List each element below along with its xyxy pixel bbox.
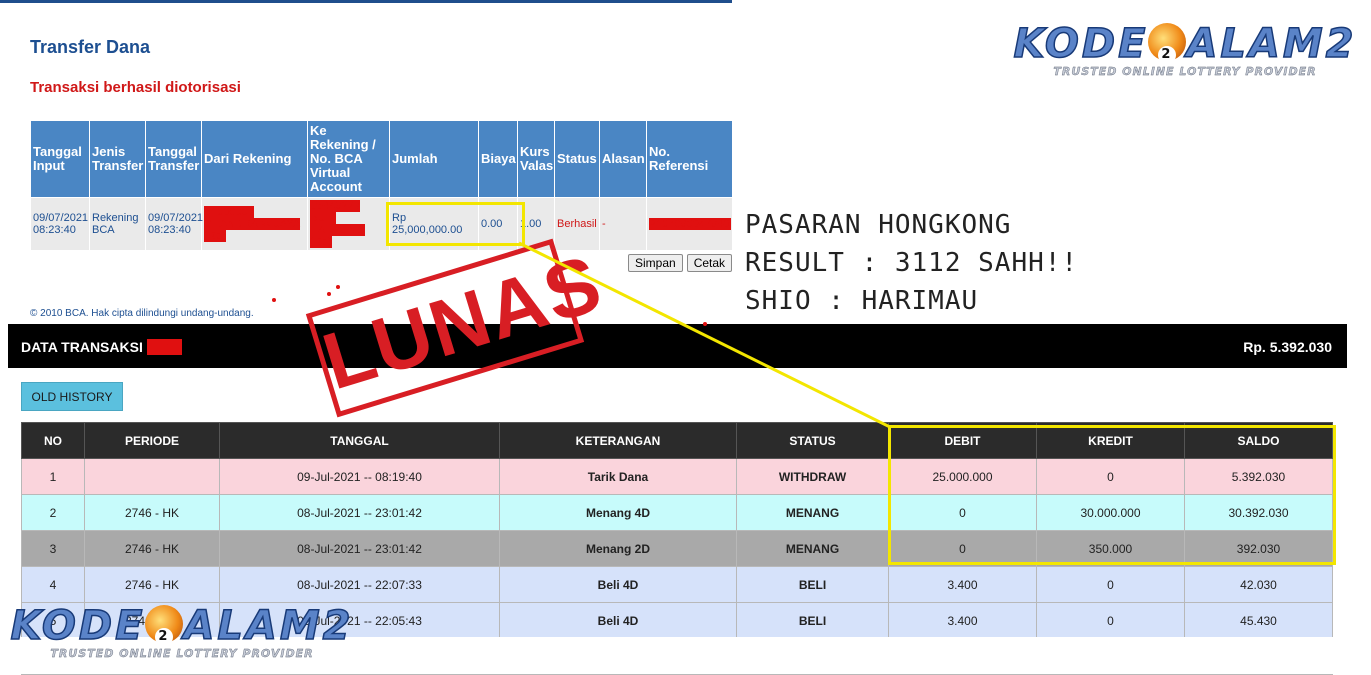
brand-logo-bottom: KODE 2 ALAM2 TRUSTED ONLINE LOTTERY PROVID…	[2, 603, 362, 660]
header-status: Status	[554, 120, 600, 198]
cell-jenis-transfer: Rekening BCA	[89, 197, 146, 251]
cell-status: MENANG	[736, 494, 889, 531]
old-history-button[interactable]: OLD HISTORY	[21, 382, 123, 411]
ink-splatter	[272, 298, 276, 302]
transaction-header: DATA TRANSAKSI HIDE Rp. 5.392.030	[8, 324, 1347, 368]
header-jumlah: Jumlah	[389, 120, 479, 198]
redacted-sender: 5100000 / CHANDRA WIJAYA (Rp)	[204, 206, 301, 242]
transfer-actions: Simpan Cetak	[628, 254, 733, 272]
cell-status: BELI	[736, 566, 889, 603]
bca-copyright: © 2010 BCA. Hak cipta dilindungi undang-…	[30, 308, 254, 319]
header-alasan: Alasan	[599, 120, 647, 198]
logo-tagline: TRUSTED ONLINE LOTTERY PROVIDER	[50, 647, 314, 660]
cell-tanggal: 08-Jul-2021 -- 23:01:42	[219, 530, 500, 567]
header-tanggal-transfer: Tanggal Transfer	[145, 120, 202, 198]
header-no-referensi: No. Referensi	[646, 120, 733, 198]
result-shio: SHIO : HARIMAU	[745, 286, 979, 316]
ink-splatter	[327, 292, 331, 296]
redacted-username: HIDE	[146, 339, 183, 355]
redacted-reference: 2107090047940	[649, 218, 731, 230]
col-tanggal: TANGGAL	[219, 422, 500, 459]
cell-no-referensi: 2107090047940	[646, 197, 733, 251]
header-tanggal-input: Tanggal Input	[30, 120, 90, 198]
ink-splatter	[703, 322, 707, 326]
cell-saldo: 45.430	[1184, 602, 1333, 639]
table-row: 4 2746 - HK 08-Jul-2021 -- 22:07:33 Beli…	[21, 566, 1333, 603]
header-biaya: Biaya	[478, 120, 518, 198]
result-number: RESULT : 3112 SAHH!!	[745, 248, 1079, 278]
logo-word-left: KODE	[10, 603, 146, 649]
highlight-amount-box	[386, 202, 525, 246]
cell-no: 1	[21, 458, 85, 495]
header-dari-rekening: Dari Rekening	[201, 120, 308, 198]
cell-tanggal: 09-Jul-2021 -- 08:19:40	[219, 458, 500, 495]
brand-logo-top: KODE 2 ALAM2 TRUSTED ONLINE LOTTERY PROVID…	[1005, 21, 1365, 78]
col-no: NO	[21, 422, 85, 459]
cell-no: 3	[21, 530, 85, 567]
cell-keterangan: Menang 2D	[499, 530, 737, 567]
cell-debit: 3.400	[888, 602, 1037, 639]
cell-status: MENANG	[736, 530, 889, 567]
cell-keterangan: Beli 4D	[499, 566, 737, 603]
cell-no: 2	[21, 494, 85, 531]
logo-ball-icon: 2	[145, 605, 184, 646]
cell-dari-rekening: 5100000 / CHANDRA WIJAYA (Rp)	[201, 197, 308, 251]
cell-no: 4	[21, 566, 85, 603]
cell-saldo: 42.030	[1184, 566, 1333, 603]
result-market: PASARAN HONGKONG	[745, 210, 1012, 240]
cell-periode: 2746 - HK	[84, 530, 220, 567]
logo-ball-icon: 2	[1148, 23, 1187, 64]
logo-word-left: KODE	[1013, 21, 1149, 67]
logo-word-right: ALAM2	[1186, 21, 1357, 67]
cell-periode	[84, 458, 220, 495]
col-status: STATUS	[736, 422, 889, 459]
simpan-button[interactable]: Simpan	[628, 254, 683, 272]
cell-debit: 3.400	[888, 566, 1037, 603]
col-periode: PERIODE	[84, 422, 220, 459]
cell-status: WITHDRAW	[736, 458, 889, 495]
cetak-button[interactable]: Cetak	[686, 254, 733, 272]
transfer-status-message: Transaksi berhasil diotorisasi	[30, 79, 241, 96]
cell-periode: 2746 - HK	[84, 566, 220, 603]
cell-keterangan: Beli 4D	[499, 602, 737, 639]
transfer-header-row: Tanggal Input Jenis Transfer Tanggal Tra…	[30, 120, 733, 198]
cell-keterangan: Menang 4D	[499, 494, 737, 531]
balance-amount: Rp. 5.392.030	[1243, 339, 1332, 355]
transfer-table: Tanggal Input Jenis Transfer Tanggal Tra…	[30, 120, 733, 251]
cell-tanggal-input: 09/07/2021 08:23:40	[30, 197, 90, 251]
cell-periode: 2746 - HK	[84, 494, 220, 531]
lottery-result: PASARAN HONGKONG RESULT : 3112 SAHH!! SH…	[745, 206, 1078, 320]
transfer-title: Transfer Dana	[30, 37, 151, 57]
cell-ke-rekening: 0544927 / BUDI HARTONO (Rp)	[307, 197, 390, 251]
top-accent-bar	[0, 0, 732, 3]
cell-kredit: 0	[1036, 602, 1185, 639]
cell-kredit: 0	[1036, 566, 1185, 603]
cell-tanggal: 08-Jul-2021 -- 22:07:33	[219, 566, 500, 603]
logo-word-right: ALAM2	[183, 603, 354, 649]
logo-tagline: TRUSTED ONLINE LOTTERY PROVIDER	[1053, 65, 1317, 78]
cell-tanggal: 08-Jul-2021 -- 23:01:42	[219, 494, 500, 531]
header-jenis-transfer: Jenis Transfer	[89, 120, 146, 198]
cell-status: BELI	[736, 602, 889, 639]
col-keterangan: KETERANGAN	[499, 422, 737, 459]
header-kurs-valas: Kurs Valas	[517, 120, 555, 198]
header-ke-rekening: Ke Rekening / No. BCA Virtual Account	[307, 120, 390, 198]
ink-splatter	[336, 285, 340, 289]
highlight-debit-kredit-box	[888, 425, 1336, 565]
transaction-title: DATA TRANSAKSI	[21, 339, 143, 355]
cell-alasan: -	[599, 197, 647, 251]
cell-keterangan: Tarik Dana	[499, 458, 737, 495]
cell-tanggal-transfer: 09/07/2021 08:23:40	[145, 197, 203, 251]
redacted-recipient: 0544927 / BUDI HARTONO (Rp)	[310, 200, 365, 248]
transfer-data-row: 09/07/2021 08:23:40 Rekening BCA 09/07/2…	[30, 197, 733, 251]
